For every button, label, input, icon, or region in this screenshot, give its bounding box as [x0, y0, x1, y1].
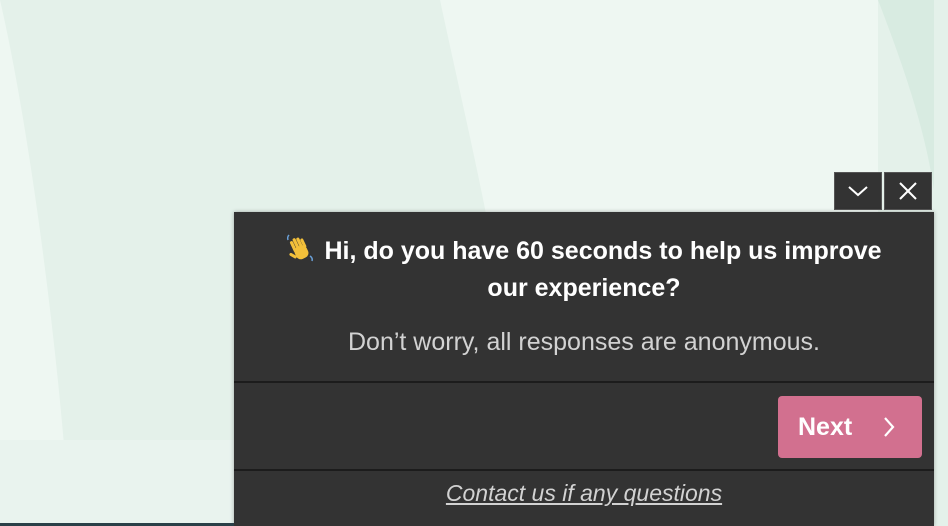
close-button[interactable] — [884, 172, 932, 210]
minimize-button[interactable] — [834, 172, 882, 210]
survey-panel: Hi, do you have 60 seconds to help us im… — [234, 212, 934, 526]
waving-hand-icon — [286, 234, 314, 271]
divider-top — [234, 381, 934, 383]
chevron-down-icon — [848, 186, 868, 197]
next-button-label: Next — [798, 412, 853, 441]
contact-link[interactable]: Contact us if any questions — [234, 480, 934, 507]
next-button[interactable]: Next — [778, 396, 922, 458]
chevron-right-icon — [884, 417, 895, 437]
close-icon — [899, 182, 917, 200]
divider-bottom — [234, 469, 934, 471]
survey-window-controls — [834, 172, 934, 212]
survey-title: Hi, do you have 60 seconds to help us im… — [264, 234, 904, 305]
survey-subtitle: Don’t worry, all responses are anonymous… — [348, 328, 820, 356]
survey-title-text: Hi, do you have 60 seconds to help us im… — [324, 237, 882, 302]
